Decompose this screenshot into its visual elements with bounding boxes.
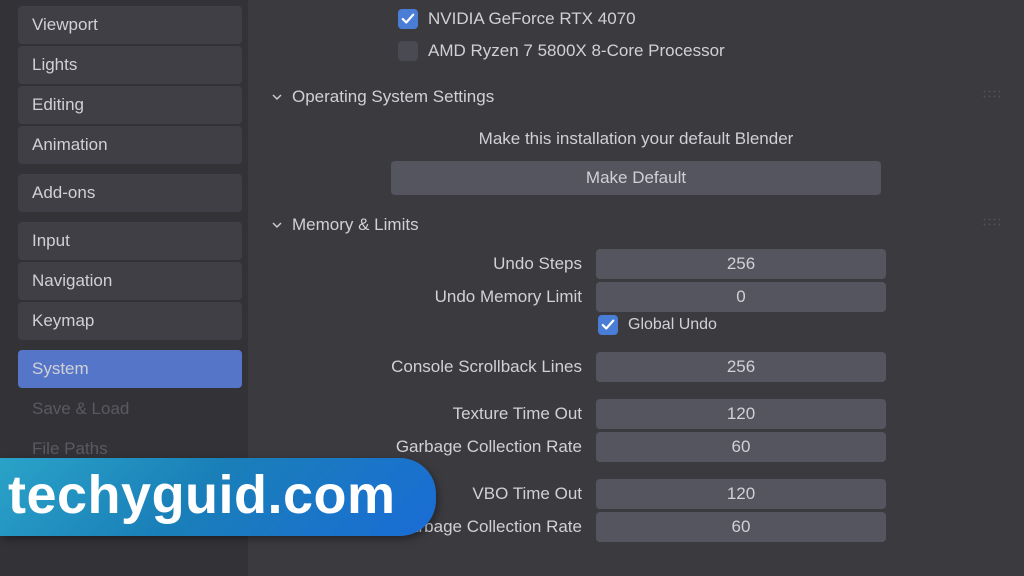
os-settings-section: Operating System Settings Make this inst… (266, 81, 1006, 195)
device-row[interactable]: AMD Ryzen 7 5800X 8-Core Processor (386, 35, 1006, 67)
sidebar-item-viewport[interactable]: Viewport (18, 6, 242, 44)
cycles-device-list: NVIDIA GeForce RTX 4070 AMD Ryzen 7 5800… (266, 3, 1006, 67)
drag-handle-icon[interactable] (982, 217, 1000, 227)
watermark-overlay: techyguid.com (0, 458, 436, 536)
sidebar-item-addons[interactable]: Add-ons (18, 174, 242, 212)
number-field[interactable]: 256 (596, 249, 886, 279)
field-label: Console Scrollback Lines (266, 357, 596, 377)
sidebar-item-lights[interactable]: Lights (18, 46, 242, 84)
make-default-button[interactable]: Make Default (391, 161, 881, 195)
number-field[interactable]: 120 (596, 399, 886, 429)
number-field[interactable]: 60 (596, 512, 886, 542)
field-label: Garbage Collection Rate (266, 437, 596, 457)
global-undo-check[interactable]: Global Undo (596, 315, 717, 335)
chevron-down-icon (270, 90, 284, 104)
check-icon (401, 12, 415, 26)
device-checkbox[interactable] (398, 41, 418, 61)
device-label: NVIDIA GeForce RTX 4070 (428, 9, 636, 29)
sidebar-item-editing[interactable]: Editing (18, 86, 242, 124)
checkbox[interactable] (598, 315, 618, 335)
chevron-down-icon (270, 218, 284, 232)
number-field[interactable]: 60 (596, 432, 886, 462)
number-field[interactable]: 256 (596, 352, 886, 382)
drag-handle-icon[interactable] (982, 89, 1000, 99)
sidebar-item-system[interactable]: System (18, 350, 242, 388)
sidebar-item-keymap[interactable]: Keymap (18, 302, 242, 340)
number-field[interactable]: 120 (596, 479, 886, 509)
field-label: Texture Time Out (266, 404, 596, 424)
field-label: Undo Steps (266, 254, 596, 274)
section-header-memory[interactable]: Memory & Limits (266, 209, 1006, 241)
sidebar-item-save-load[interactable]: Save & Load (18, 390, 242, 428)
os-description: Make this installation your default Blen… (266, 119, 1006, 161)
check-label: Global Undo (628, 316, 717, 334)
sidebar-item-input[interactable]: Input (18, 222, 242, 260)
section-title: Operating System Settings (292, 87, 494, 107)
section-header-os[interactable]: Operating System Settings (266, 81, 1006, 113)
device-row[interactable]: NVIDIA GeForce RTX 4070 (386, 3, 1006, 35)
device-label: AMD Ryzen 7 5800X 8-Core Processor (428, 41, 725, 61)
sidebar-item-animation[interactable]: Animation (18, 126, 242, 164)
device-checkbox[interactable] (398, 9, 418, 29)
field-label: Undo Memory Limit (266, 287, 596, 307)
number-field[interactable]: 0 (596, 282, 886, 312)
sidebar-item-navigation[interactable]: Navigation (18, 262, 242, 300)
section-title: Memory & Limits (292, 215, 419, 235)
